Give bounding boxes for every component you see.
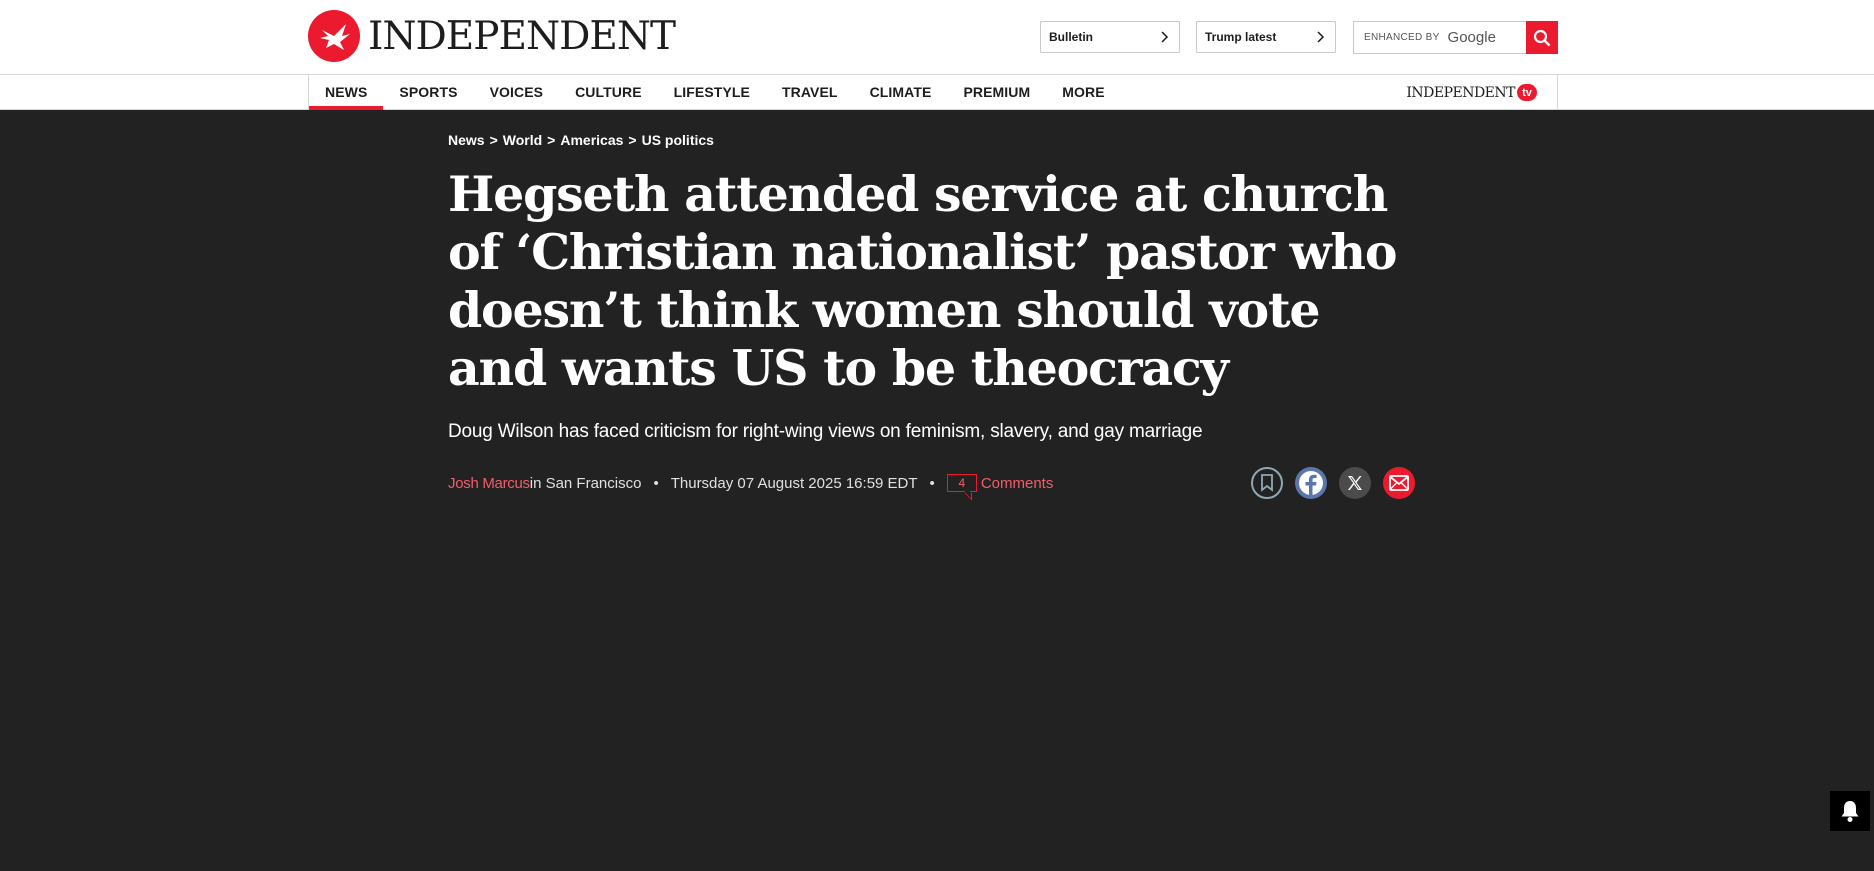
comments-label: Comments (980, 474, 1054, 492)
publish-date: Thursday 07 August 2025 16:59 EDT (670, 474, 918, 492)
site-logo[interactable]: INDEPENDENT (308, 10, 676, 62)
nav-item-more[interactable]: MORE (1046, 75, 1120, 109)
x-icon (1348, 476, 1362, 490)
bookmark-button[interactable] (1251, 467, 1283, 499)
nav-item-climate[interactable]: CLIMATE (854, 75, 948, 109)
breadcrumb-separator: > (489, 132, 498, 148)
email-share-button[interactable] (1383, 467, 1415, 499)
article-byline: Josh Marcus in San Francisco • Thursday … (448, 472, 1053, 494)
nav-item-lifestyle[interactable]: LIFESTYLE (658, 75, 766, 109)
eagle-icon (308, 10, 360, 62)
logo-wordmark: INDEPENDENT (368, 13, 676, 59)
breadcrumb: News > World > Americas > US politics (448, 132, 714, 148)
trump-latest-label: Trump latest (1205, 30, 1277, 44)
nav-item-travel[interactable]: TRAVEL (766, 75, 854, 109)
tv-badge: tv (1517, 84, 1537, 101)
chevron-right-icon (1317, 31, 1325, 43)
search-input[interactable]: ENHANCED BY Google (1353, 21, 1526, 54)
article-headline: Hegseth attended service at church of ‘C… (448, 165, 1398, 397)
google-label: Google (1447, 29, 1496, 46)
nav-item-premium[interactable]: PREMIUM (947, 75, 1046, 109)
breadcrumb-separator: > (547, 132, 556, 148)
search-button[interactable] (1526, 21, 1558, 54)
nav-item-voices[interactable]: VOICES (474, 75, 560, 109)
byline-dot: • (929, 474, 935, 492)
breadcrumb-news[interactable]: News (448, 132, 485, 148)
bookmark-icon (1261, 474, 1273, 492)
site-search: ENHANCED BY Google (1353, 21, 1558, 54)
x-share-button[interactable] (1339, 467, 1371, 499)
enhanced-by-label: ENHANCED BY (1364, 32, 1440, 43)
email-icon (1389, 475, 1409, 491)
site-header: INDEPENDENT Bulletin Trump latest ENHANC… (0, 0, 1874, 75)
author-link[interactable]: Josh Marcus (448, 475, 530, 492)
search-icon (1533, 29, 1551, 46)
breadcrumb-americas[interactable]: Americas (560, 132, 623, 148)
chevron-right-icon (1161, 31, 1169, 43)
notifications-button[interactable] (1830, 791, 1870, 831)
facebook-share-button[interactable] (1295, 467, 1327, 499)
breadcrumb-us-politics[interactable]: US politics (642, 132, 714, 148)
nav-item-culture[interactable]: CULTURE (559, 75, 658, 109)
byline-dot: • (653, 474, 659, 492)
author-location: in San Francisco (529, 474, 642, 492)
breadcrumb-separator: > (628, 132, 637, 148)
breadcrumb-world[interactable]: World (503, 132, 542, 148)
tv-wordmark: INDEPENDENT (1406, 84, 1515, 101)
article-standfirst: Doug Wilson has faced criticism for righ… (448, 421, 1203, 442)
nav-item-news[interactable]: NEWS (309, 75, 384, 110)
main-nav: NEWS SPORTS VOICES CULTURE LIFESTYLE TRA… (0, 74, 1874, 110)
nav-item-sports[interactable]: SPORTS (383, 75, 473, 109)
nav-items: NEWS SPORTS VOICES CULTURE LIFESTYLE TRA… (309, 75, 1121, 110)
independent-tv-link[interactable]: INDEPENDENT tv (1406, 84, 1537, 101)
nav-container: NEWS SPORTS VOICES CULTURE LIFESTYLE TRA… (308, 75, 1558, 110)
comments-link[interactable]: 4 Comments (946, 474, 1054, 492)
bulletin-label: Bulletin (1049, 30, 1093, 44)
share-buttons (1251, 467, 1415, 499)
comment-count-badge: 4 (946, 474, 977, 492)
bulletin-link[interactable]: Bulletin (1040, 21, 1180, 53)
bell-icon (1841, 801, 1859, 822)
trump-latest-link[interactable]: Trump latest (1196, 21, 1336, 53)
facebook-icon (1299, 471, 1323, 496)
